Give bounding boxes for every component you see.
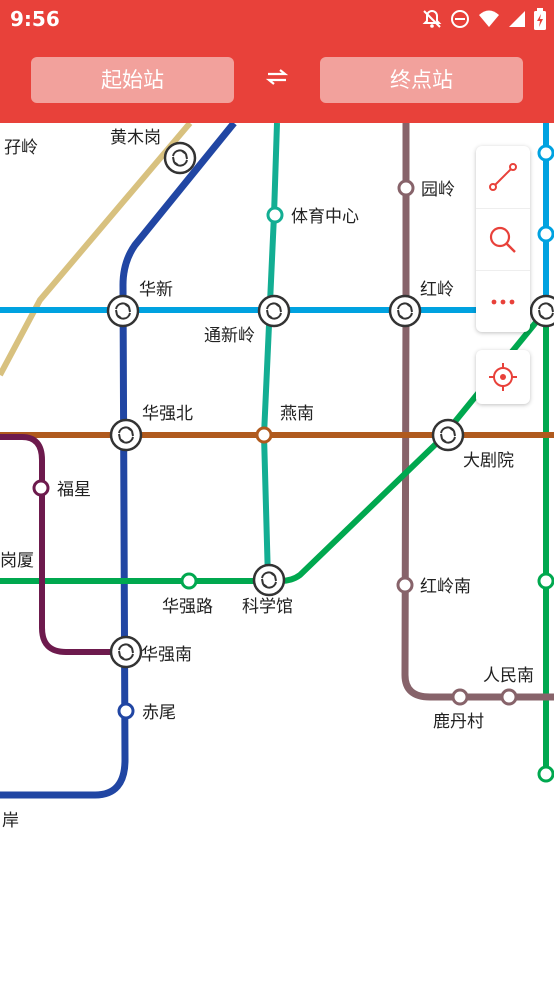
signal-icon (509, 11, 525, 27)
more-icon (491, 299, 515, 305)
station-marker[interactable] (537, 225, 554, 243)
station-label: 岸 (2, 811, 19, 831)
station-marker[interactable] (537, 765, 554, 783)
status-icons (422, 8, 546, 30)
search-icon (489, 226, 516, 253)
interchange-daijuyuan[interactable] (431, 418, 465, 452)
interchange-kexueguan[interactable] (252, 563, 286, 597)
station-label: 华强路 (162, 597, 213, 617)
wifi-icon (479, 10, 499, 27)
station-label: 赤尾 (142, 703, 176, 723)
station-label: 人民南 (483, 666, 534, 686)
end-station-button[interactable]: 终点站 (320, 57, 523, 103)
station-marker[interactable] (117, 702, 135, 720)
station-marker[interactable] (266, 206, 284, 224)
bell-off-icon (422, 9, 442, 28)
station-label: 燕南 (280, 404, 314, 424)
search-button[interactable] (476, 208, 530, 271)
station-label: 鹿丹村 (433, 712, 484, 732)
station-label: 园岭 (421, 180, 455, 200)
more-button[interactable] (476, 270, 530, 333)
line-purple (0, 434, 125, 655)
station-marker[interactable] (180, 572, 198, 590)
station-marker[interactable] (255, 426, 273, 444)
locate-target-icon (489, 363, 517, 391)
station-marker[interactable] (500, 688, 518, 706)
station-marker[interactable] (451, 688, 469, 706)
start-station-button[interactable]: 起始站 (31, 57, 234, 103)
interchange-tongxinling[interactable] (257, 294, 291, 328)
route-icon (489, 163, 517, 191)
station-label: 大剧院 (463, 451, 514, 471)
station-label: 红岭 (420, 280, 454, 300)
station-label: 红岭南 (420, 577, 471, 597)
line-dark-blue (0, 123, 237, 799)
station-label: 体育中心 (291, 207, 359, 227)
interchange-huangmugang[interactable] (163, 141, 197, 175)
station-marker[interactable] (32, 479, 50, 497)
subway-map-canvas[interactable]: 孖岭 黄木岗 体育中心 园岭 华新 通新岭 红岭 华强北 燕南 大剧院 福星 岗… (0, 123, 554, 985)
station-label: 福星 (57, 480, 91, 500)
station-label: 孖岭 (4, 138, 38, 158)
interchange-hongling[interactable] (388, 294, 422, 328)
station-label: 华强南 (141, 645, 192, 665)
subway-map[interactable]: 孖岭 黄木岗 体育中心 园岭 华新 通新岭 红岭 华强北 燕南 大剧院 福星 岗… (0, 123, 554, 985)
line-green (0, 308, 549, 584)
interchange-huaqiangbei[interactable] (109, 418, 143, 452)
station-label: 岗厦 (0, 551, 34, 571)
interchange-right-edge[interactable] (529, 294, 554, 328)
do-not-disturb-icon (451, 10, 469, 28)
swap-arrows-icon (265, 69, 289, 85)
station-marker[interactable] (537, 144, 554, 162)
battery-charging-icon (534, 8, 546, 30)
locate-button[interactable] (476, 350, 530, 404)
status-time: 9:56 (10, 7, 60, 31)
app-header: 9:56 起始站 终点站 (0, 0, 554, 123)
line-teal (260, 123, 280, 581)
interchange-huaxin[interactable] (106, 294, 140, 328)
station-label: 华强北 (142, 404, 193, 424)
station-label: 通新岭 (204, 326, 255, 346)
interchange-huaqiangnan[interactable] (109, 635, 143, 669)
line-tan (0, 123, 193, 377)
station-label: 科学馆 (242, 597, 293, 617)
route-button[interactable] (476, 146, 530, 208)
station-label: 华新 (139, 280, 173, 300)
status-bar: 9:56 (0, 0, 554, 38)
station-marker[interactable] (397, 179, 415, 197)
station-marker[interactable] (396, 576, 414, 594)
station-label: 黄木岗 (110, 128, 161, 148)
station-marker[interactable] (537, 572, 554, 590)
map-tools-panel (476, 146, 530, 332)
swap-stations-button[interactable] (262, 64, 292, 94)
